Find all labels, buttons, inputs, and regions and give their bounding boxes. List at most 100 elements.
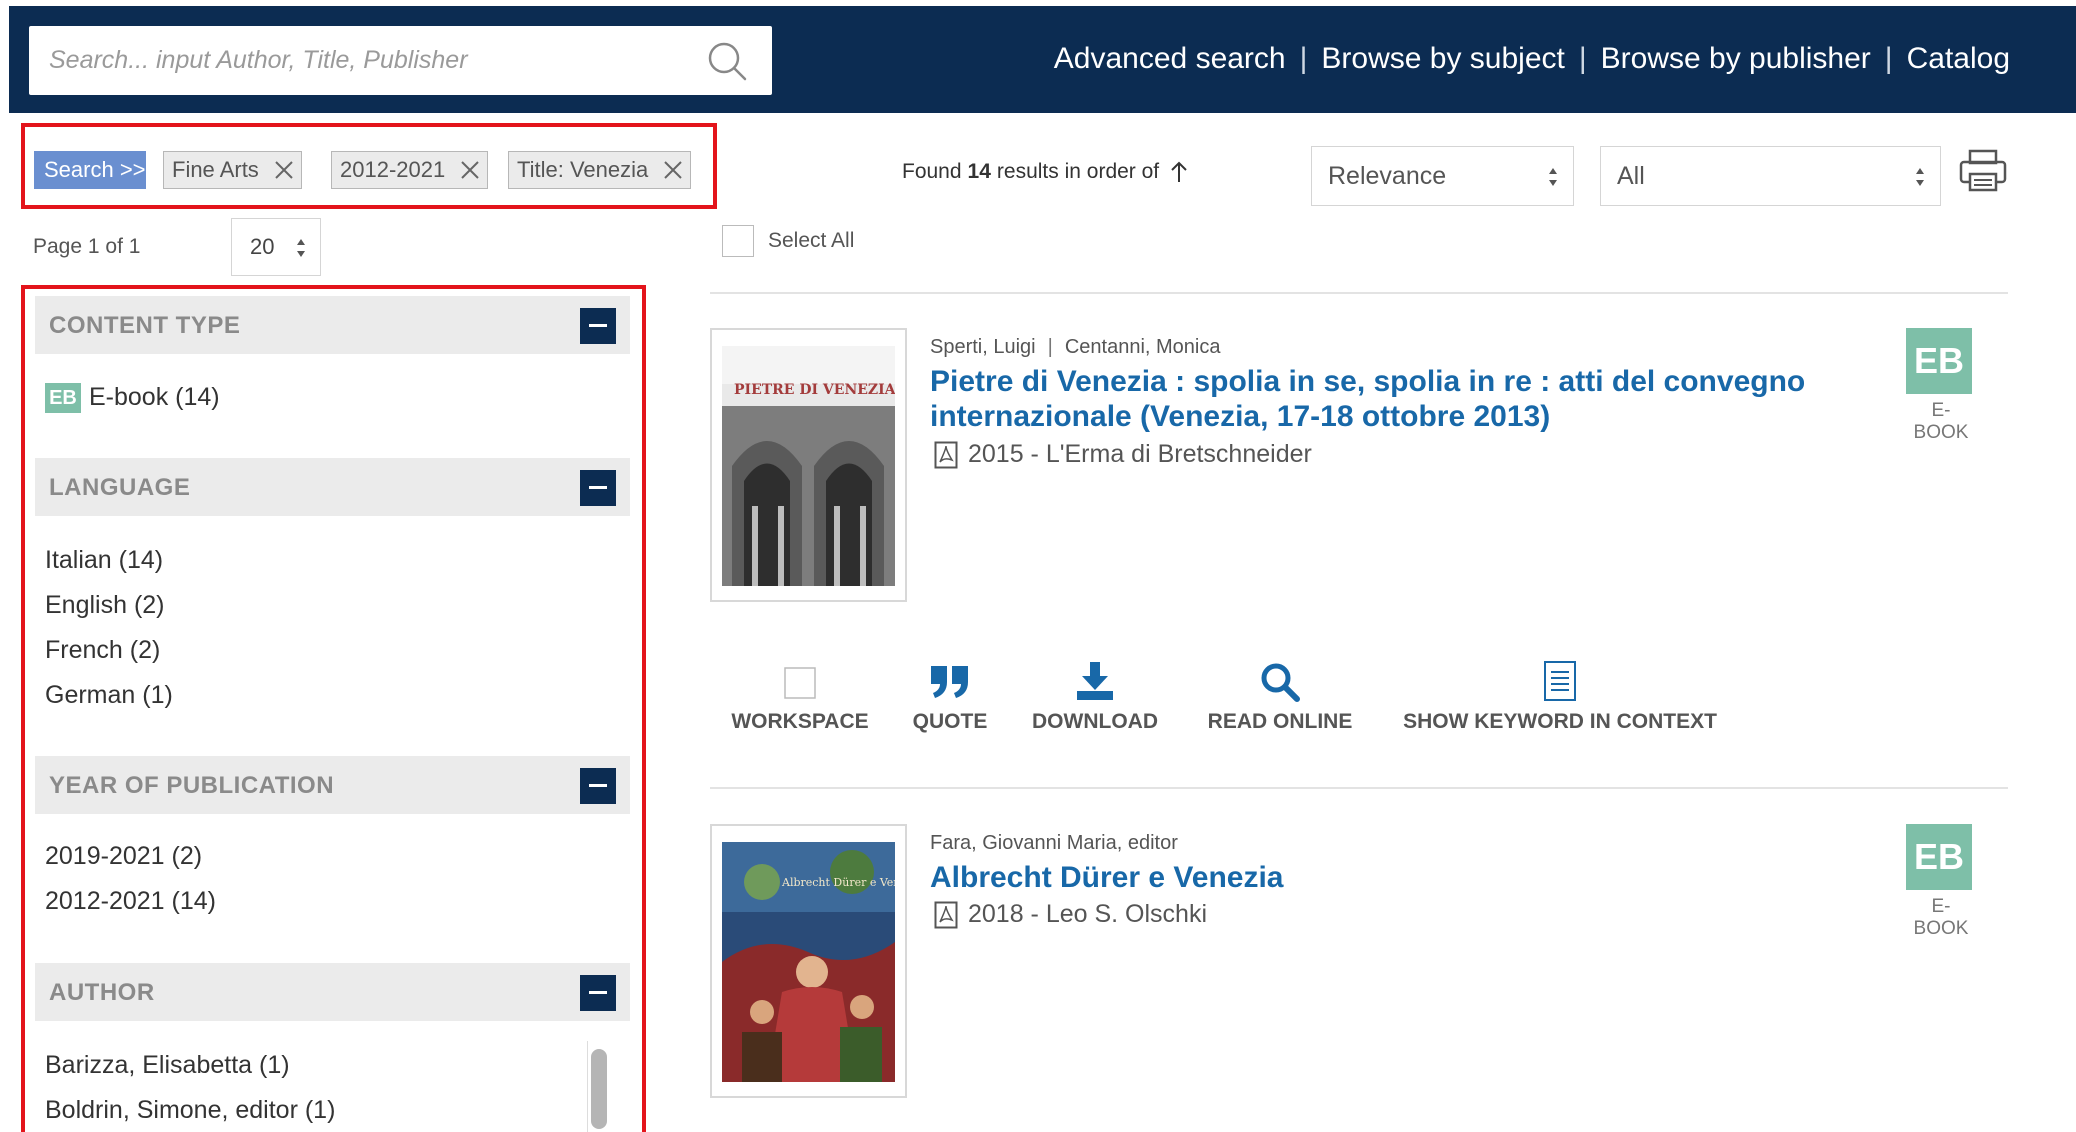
content-filter-value: All — [1617, 161, 1645, 190]
nav-catalog[interactable]: Catalog — [1907, 42, 2010, 76]
print-icon[interactable] — [1958, 148, 2008, 194]
active-filters-highlight: Search >> Fine Arts 2012-2021 Title: Ven… — [21, 123, 717, 209]
result-actions: WORKSPACE QUOTE DOWNLOAD READ ONLINE SHO… — [710, 660, 1810, 740]
workspace-button[interactable]: WORKSPACE — [730, 660, 870, 734]
show-keyword-in-context-button[interactable]: SHOW KEYWORD IN CONTEXT — [1390, 660, 1730, 734]
nav-advanced-search[interactable]: Advanced search — [1054, 42, 1286, 76]
result-title-link[interactable]: Albrecht Dürer e Venezia — [930, 860, 1860, 895]
result-authors: Fara, Giovanni Maria, editor — [930, 832, 1178, 855]
close-icon[interactable] — [459, 159, 481, 181]
sort-select[interactable]: Relevance — [1311, 146, 1574, 206]
nav-browse-by-publisher[interactable]: Browse by publisher — [1601, 42, 1871, 76]
facet-header-author[interactable]: AUTHOR — [35, 963, 630, 1021]
facet-item-author[interactable]: Barizza, Elisabetta (1) — [45, 1051, 290, 1080]
cover-title-text: Albrecht Dürer e Venezia — [781, 876, 895, 889]
cover-image: PIETRE DI VENEZIA — [722, 346, 895, 586]
facet-item-italian[interactable]: Italian (14) — [45, 546, 163, 575]
book-cover[interactable]: PIETRE DI VENEZIA — [710, 328, 907, 602]
facet-item-french[interactable]: French (2) — [45, 636, 160, 665]
ebook-badge: EB — [1906, 328, 1972, 394]
action-label: READ ONLINE — [1207, 710, 1353, 733]
pdf-icon — [934, 441, 958, 468]
ebook-badge-label: E-BOOK — [1913, 400, 1969, 443]
search-input[interactable] — [29, 26, 689, 95]
sort-select-value: Relevance — [1328, 161, 1447, 190]
select-all[interactable]: Select All — [722, 225, 854, 257]
nav-separator: | — [1578, 42, 1587, 75]
download-icon — [1077, 662, 1113, 700]
action-label: QUOTE — [912, 710, 988, 733]
nav-browse-by-subject[interactable]: Browse by subject — [1321, 42, 1564, 76]
found-suffix: results in order of — [996, 160, 1160, 183]
pdf-icon — [934, 901, 958, 928]
content-filter-select[interactable]: All — [1600, 146, 1941, 206]
select-all-checkbox[interactable] — [722, 225, 754, 257]
cover-image: Albrecht Dürer e Venezia — [722, 842, 895, 1082]
facet-item-label: E-book (14) — [89, 383, 220, 411]
collapse-icon[interactable] — [580, 470, 616, 506]
result-item: PIETRE DI VENEZIA Sperti, Luigi | Centan… — [710, 328, 2010, 608]
facet-item-german[interactable]: German (1) — [45, 681, 173, 710]
facet-title: AUTHOR — [49, 979, 155, 1006]
chevron-updown-icon — [297, 239, 305, 257]
read-online-button[interactable]: READ ONLINE — [1200, 660, 1360, 734]
divider — [710, 787, 2008, 789]
facet-item-year-2012-2021[interactable]: 2012-2021 (14) — [45, 887, 216, 916]
author-scrollbar-thumb[interactable] — [591, 1049, 607, 1129]
chevron-updown-icon — [1916, 168, 1924, 186]
per-page-select[interactable]: 20 — [231, 218, 321, 276]
cover-title-text: PIETRE DI VENEZIA — [734, 382, 895, 398]
quote-icon — [931, 666, 968, 698]
facet-title: LANGUAGE — [49, 474, 191, 501]
publication-info: 2018 - Leo S. Olschki — [968, 900, 1208, 928]
result-title-link[interactable]: Pietre di Venezia : spolia in se, spolia… — [930, 364, 1860, 434]
top-header-bar: Advanced search | Browse by subject | Br… — [9, 6, 2076, 113]
book-cover[interactable]: Albrecht Dürer e Venezia — [710, 824, 907, 1098]
facet-title: YEAR OF PUBLICATION — [49, 772, 335, 799]
facet-header-year[interactable]: YEAR OF PUBLICATION — [35, 756, 630, 814]
result-count-number: 14 — [967, 160, 991, 183]
facet-item-author[interactable]: Boldrin, Simone, editor (1) — [45, 1096, 335, 1125]
filter-chip-fine-arts: Fine Arts — [163, 151, 302, 189]
author-link[interactable]: Fara, Giovanni Maria, editor — [930, 832, 1178, 855]
quote-button[interactable]: QUOTE — [900, 660, 1000, 734]
author-link[interactable]: Sperti, Luigi — [930, 336, 1036, 359]
close-icon[interactable] — [662, 159, 684, 181]
facets-panel-highlight: CONTENT TYPE EB E-book (14) LANGUAGE Ital… — [21, 285, 646, 1132]
facet-title: CONTENT TYPE — [49, 312, 241, 339]
ebook-badge-icon: EB — [45, 383, 81, 414]
collapse-icon[interactable] — [580, 308, 616, 344]
search-box — [29, 26, 772, 95]
collapse-icon[interactable] — [580, 768, 616, 804]
result-publication: 2018 - Leo S. Olschki — [934, 900, 1207, 929]
document-icon — [1544, 661, 1576, 701]
publication-info: 2015 - L'Erma di Bretschneider — [968, 440, 1312, 468]
filter-chip-year: 2012-2021 — [331, 151, 489, 189]
result-item: Albrecht Dürer e Venezia Fara, Giovanni … — [710, 824, 2010, 1104]
close-icon[interactable] — [273, 159, 295, 181]
author-link[interactable]: Centanni, Monica — [1065, 336, 1221, 359]
select-all-label: Select All — [768, 229, 855, 252]
sort-direction-icon[interactable] — [1169, 160, 1189, 184]
author-separator: | — [1047, 336, 1053, 358]
nav-separator: | — [1884, 42, 1893, 75]
facet-item-english[interactable]: English (2) — [45, 591, 165, 620]
facet-header-content-type[interactable]: CONTENT TYPE — [35, 296, 630, 354]
result-authors: Sperti, Luigi | Centanni, Monica — [930, 336, 1220, 359]
search-icon — [1261, 663, 1300, 702]
download-button[interactable]: DOWNLOAD — [1020, 660, 1170, 734]
search-again-button[interactable]: Search >> — [34, 151, 146, 189]
search-icon[interactable] — [706, 40, 748, 82]
ebook-badge: EB — [1906, 824, 1972, 890]
facet-item-ebook[interactable]: EB E-book (14) — [45, 383, 220, 414]
results-count: Found 14 results in order of — [902, 160, 1189, 184]
filter-chip-label: 2012-2021 — [340, 157, 446, 182]
result-publication: 2015 - L'Erma di Bretschneider — [934, 440, 1312, 469]
collapse-icon[interactable] — [580, 975, 616, 1011]
filter-chip-label: Title: Venezia — [517, 157, 649, 182]
facet-header-language[interactable]: LANGUAGE — [35, 458, 630, 516]
facet-item-year-2019-2021[interactable]: 2019-2021 (2) — [45, 842, 202, 871]
nav-separator: | — [1299, 42, 1308, 75]
chevron-updown-icon — [1549, 168, 1557, 186]
filter-chip-title: Title: Venezia — [508, 151, 692, 189]
